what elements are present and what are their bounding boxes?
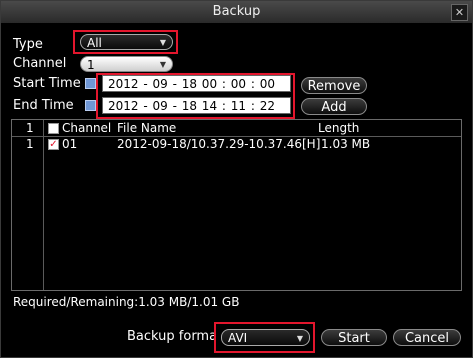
file-list[interactable]: 1 Channel File Name Length 1 ✓ 01 2012-0… (11, 119, 462, 291)
select-all-checkbox[interactable] (48, 123, 59, 134)
row-length: 1.03 MB (321, 137, 371, 151)
check-icon: ✓ (49, 139, 58, 150)
space-status: Required/Remaining:1.03 MB/1.01 GB (13, 295, 240, 309)
title-bar[interactable]: Backup (1, 1, 472, 23)
header-channel[interactable]: Channel (62, 121, 111, 135)
time-range-highlight-box (96, 73, 295, 119)
format-highlight-box (214, 322, 315, 353)
channel-select[interactable]: 1 ▼ (80, 56, 173, 72)
close-icon[interactable]: ✕ (451, 4, 468, 21)
window-title: Backup (212, 4, 261, 19)
header-file-name[interactable]: File Name (117, 121, 176, 135)
calendar-icon[interactable] (85, 78, 96, 89)
row-index: 1 (26, 137, 34, 151)
row-channel: 01 (62, 137, 78, 151)
header-length[interactable]: Length (318, 121, 359, 135)
channel-select-value: 1 (87, 58, 95, 72)
start-button[interactable]: Start (321, 329, 387, 346)
remove-button[interactable]: Remove (301, 77, 367, 94)
row-checkbox[interactable]: ✓ (48, 139, 59, 150)
header-index: 1 (26, 121, 34, 135)
backup-format-label: Backup forma (127, 329, 218, 344)
add-button[interactable]: Add (301, 98, 367, 115)
type-highlight-box (73, 30, 178, 54)
channel-label: Channel (13, 56, 67, 71)
calendar-icon[interactable] (85, 100, 96, 111)
cancel-button[interactable]: Cancel (393, 329, 461, 346)
backup-dialog: Backup ✕ Type All ▼ Channel 1 ▼ Start Ti… (0, 0, 473, 358)
type-label: Type (13, 37, 43, 52)
start-time-label: Start Time (13, 76, 81, 91)
end-time-label: End Time (13, 98, 74, 113)
column-divider (43, 120, 44, 290)
chevron-down-icon: ▼ (159, 60, 166, 69)
row-file-name: 2012-09-18/10.37.29-10.37.46[H] (117, 137, 321, 151)
